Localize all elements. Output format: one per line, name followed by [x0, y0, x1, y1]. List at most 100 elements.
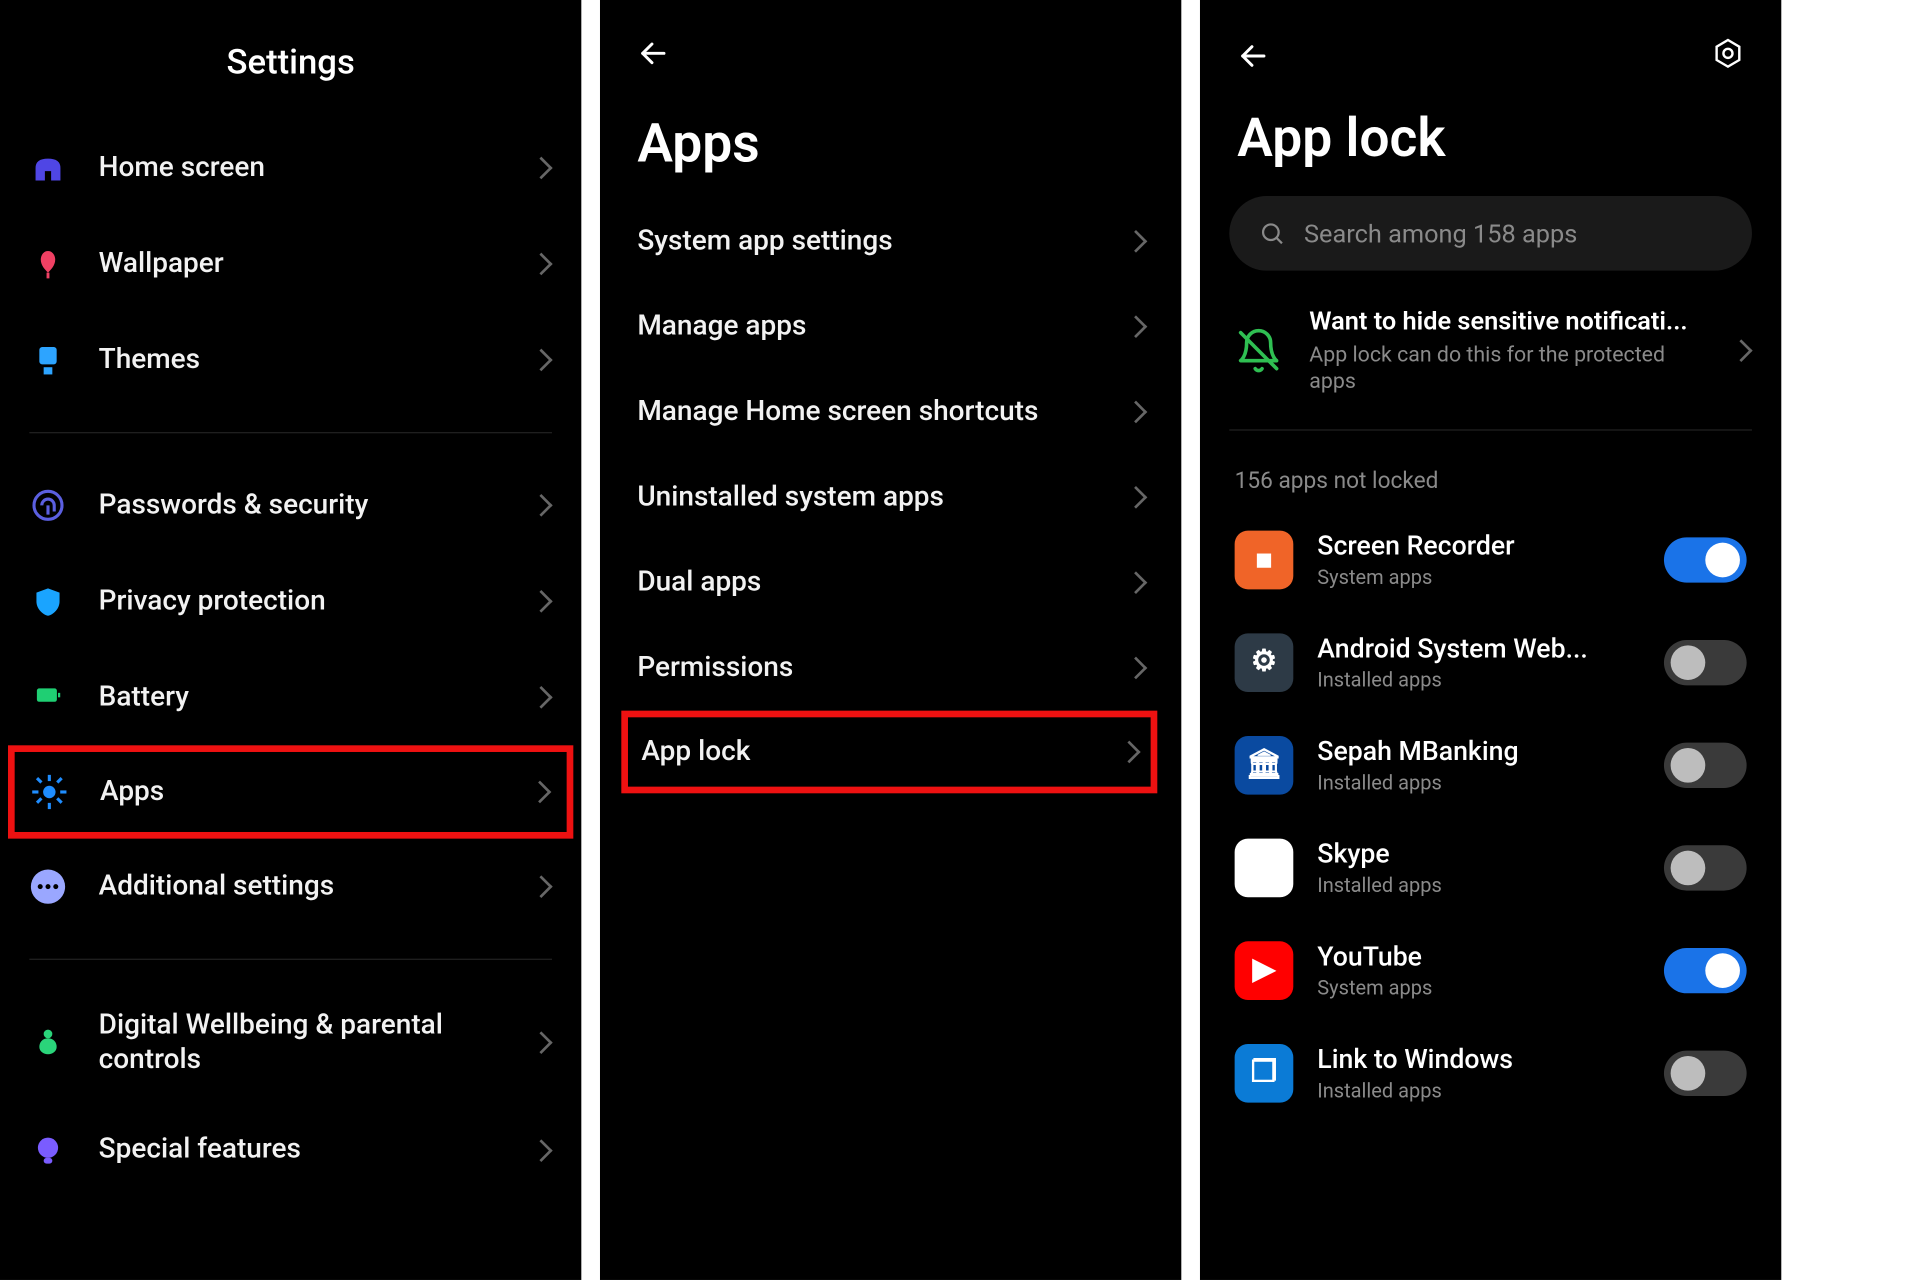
chevron-right-icon [530, 1139, 553, 1162]
chevron-right-icon [530, 590, 553, 613]
app-row-skype: SSkypeInstalled apps [1200, 816, 1781, 919]
chevron-right-icon [530, 157, 553, 180]
app-category: System apps [1317, 565, 1640, 589]
chevron-right-icon [1125, 657, 1148, 680]
flower-icon [24, 240, 72, 288]
hint-title: Want to hide sensitive notificati... [1309, 305, 1709, 336]
settings-row-home-screen[interactable]: Home screen [0, 120, 581, 216]
apps-row-manage-home-shortcuts[interactable]: Manage Home screen shortcuts [600, 369, 1181, 454]
app-lock-toggle-link-to-windows[interactable] [1664, 1050, 1747, 1095]
chevron-right-icon [530, 686, 553, 709]
settings-row-label: Home screen [99, 150, 507, 185]
apps-screen: Apps System app settings Manage apps Manag… [600, 0, 1181, 1280]
settings-row-label: Digital Wellbeing & parental controls [99, 1008, 507, 1078]
settings-icon[interactable] [1712, 37, 1744, 74]
app-lock-screen: App lock Search among 158 apps Want to h… [1200, 0, 1781, 1280]
app-icon-youtube: ▶ [1235, 941, 1294, 1000]
app-row-screen-recorder: ■Screen RecorderSystem apps [1200, 508, 1781, 611]
apps-row-uninstalled-system-apps[interactable]: Uninstalled system apps [600, 455, 1181, 540]
app-lock-toggle-youtube[interactable] [1664, 947, 1747, 992]
chevron-right-icon [530, 253, 553, 276]
app-name: Skype [1317, 837, 1640, 869]
settings-row-special-features[interactable]: Special features [0, 1102, 581, 1198]
apps-row-label: System app settings [637, 225, 1106, 257]
app-row-android-webview: ⚙Android System Web...Installed apps [1200, 611, 1781, 714]
app-icon-android-webview: ⚙ [1235, 633, 1294, 692]
settings-row-apps[interactable]: Apps [8, 745, 573, 838]
apps-row-app-lock[interactable]: App lock [621, 711, 1157, 794]
app-name: YouTube [1317, 940, 1640, 972]
bell-off-icon [1232, 323, 1285, 376]
app-lock-toggle-skype[interactable] [1664, 845, 1747, 890]
back-button[interactable] [1237, 40, 1269, 72]
apps-row-permissions[interactable]: Permissions [600, 625, 1181, 710]
chevron-right-icon [529, 781, 552, 804]
app-category: Installed apps [1317, 1079, 1640, 1103]
wellbeing-icon [24, 1019, 72, 1067]
apps-row-label: Uninstalled system apps [637, 481, 1106, 513]
app-lock-toggle-screen-recorder[interactable] [1664, 537, 1747, 582]
home-icon [24, 144, 72, 192]
chevron-right-icon [1118, 741, 1141, 764]
settings-row-label: Special features [99, 1132, 507, 1167]
settings-row-label: Wallpaper [99, 246, 507, 281]
section-label: 156 apps not locked [1200, 431, 1781, 508]
settings-row-battery[interactable]: Battery [0, 649, 581, 745]
settings-row-wallpaper[interactable]: Wallpaper [0, 216, 581, 312]
apps-row-label: Permissions [637, 652, 1106, 684]
page-title: App lock [1200, 75, 1781, 188]
battery-icon [24, 673, 72, 721]
gear-icon [25, 768, 73, 816]
search-icon [1259, 220, 1286, 247]
chevron-right-icon [1125, 230, 1148, 253]
settings-row-label: Themes [99, 342, 507, 377]
settings-row-label: Apps [100, 774, 505, 809]
app-category: System apps [1317, 976, 1640, 1000]
app-icon-screen-recorder: ■ [1235, 530, 1294, 589]
apps-row-label: Dual apps [637, 567, 1106, 599]
search-input[interactable]: Search among 158 apps [1229, 196, 1752, 271]
chevron-right-icon [530, 875, 553, 898]
apps-row-dual-apps[interactable]: Dual apps [600, 540, 1181, 625]
settings-row-digital-wellbeing[interactable]: Digital Wellbeing & parental controls [0, 984, 581, 1102]
settings-row-privacy-protection[interactable]: Privacy protection [0, 553, 581, 649]
chevron-right-icon [530, 1032, 553, 1055]
chevron-right-icon [1125, 315, 1148, 338]
apps-row-manage-apps[interactable]: Manage apps [600, 284, 1181, 369]
apps-row-system-app-settings[interactable]: System app settings [600, 199, 1181, 284]
app-lock-toggle-android-webview[interactable] [1664, 639, 1747, 684]
chevron-right-icon [1125, 571, 1148, 594]
app-row-sepah-mbanking: 🏛Sepah MBankingInstalled apps [1200, 713, 1781, 816]
shield-icon [24, 577, 72, 625]
app-name: Link to Windows [1317, 1043, 1640, 1075]
apps-row-label: Manage apps [637, 311, 1106, 343]
settings-row-passwords-security[interactable]: Passwords & security [0, 457, 581, 553]
search-placeholder: Search among 158 apps [1304, 218, 1577, 249]
dots-icon [24, 863, 72, 911]
settings-row-themes[interactable]: Themes [0, 312, 581, 408]
settings-row-label: Battery [99, 680, 507, 715]
chevron-right-icon [530, 494, 553, 517]
page-title: Apps [600, 69, 1181, 198]
bulb-icon [24, 1126, 72, 1174]
themes-icon [24, 336, 72, 384]
settings-screen: Settings Home screenWallpaperThemesPassw… [0, 0, 581, 1280]
app-category: Installed apps [1317, 873, 1640, 897]
hint-subtitle: App lock can do this for the protected a… [1309, 341, 1709, 394]
chevron-right-icon [1125, 401, 1148, 424]
settings-row-label: Privacy protection [99, 584, 507, 619]
settings-row-additional-settings[interactable]: Additional settings [0, 839, 581, 935]
chevron-right-icon [1125, 486, 1148, 509]
app-row-link-to-windows: ❐ Link to Windows Installed apps [1200, 1021, 1781, 1124]
hide-notifications-hint[interactable]: Want to hide sensitive notificati... App… [1200, 271, 1781, 430]
app-icon-link-to-windows: ❐ [1235, 1043, 1294, 1102]
app-icon-sepah-mbanking: 🏛 [1235, 735, 1294, 794]
app-category: Installed apps [1317, 771, 1640, 795]
fingerprint-icon [24, 481, 72, 529]
chevron-right-icon [1730, 339, 1753, 362]
app-category: Installed apps [1317, 668, 1640, 692]
back-button[interactable] [637, 37, 669, 69]
apps-row-label: Manage Home screen shortcuts [637, 396, 1106, 428]
app-lock-toggle-sepah-mbanking[interactable] [1664, 742, 1747, 787]
settings-row-label: Additional settings [99, 869, 507, 904]
